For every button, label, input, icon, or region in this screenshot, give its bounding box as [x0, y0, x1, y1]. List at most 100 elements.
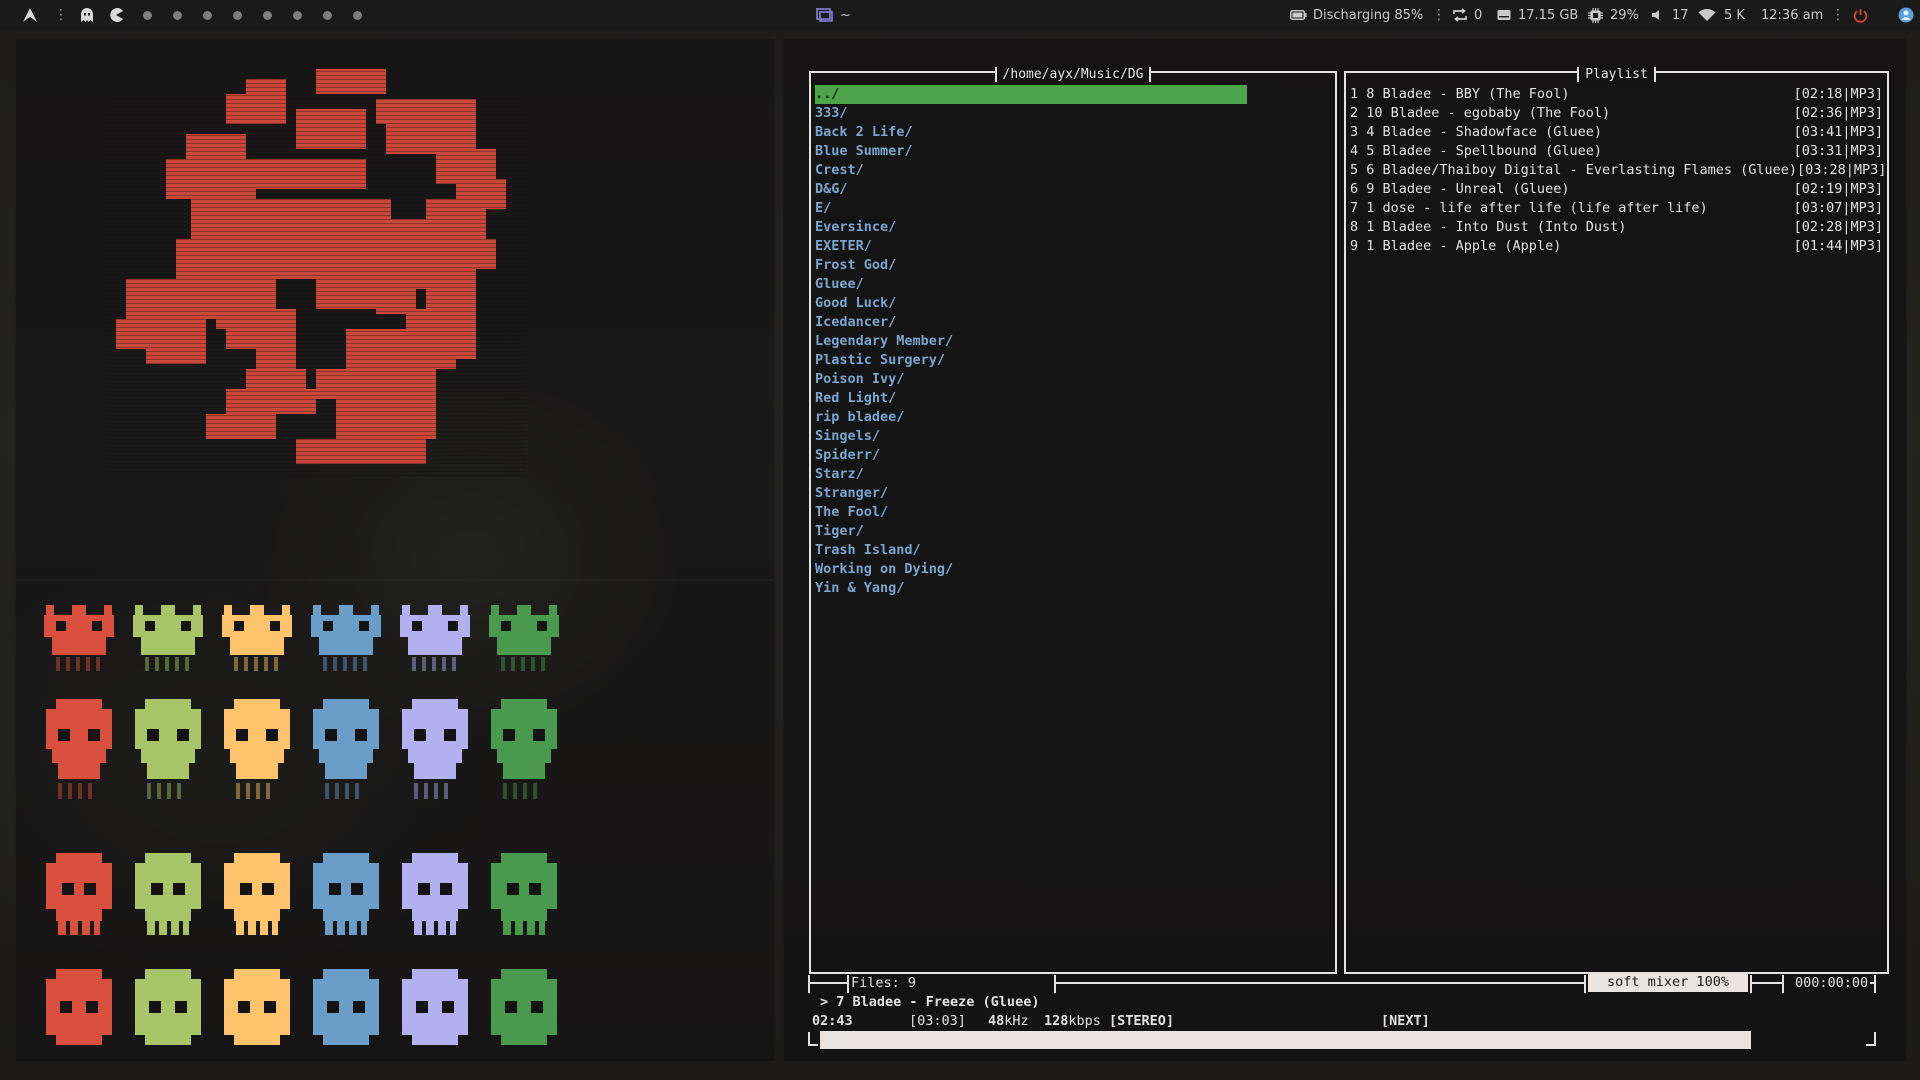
directory-item[interactable]: Gluee/ — [815, 275, 1331, 294]
window-title: ~ — [840, 7, 851, 23]
directory-item[interactable]: rip bladee/ — [815, 408, 1331, 427]
skull-icon — [42, 603, 116, 679]
workspace-dot[interactable] — [233, 0, 242, 30]
directory-item[interactable]: EXETER/ — [815, 237, 1331, 256]
skull-icon — [398, 603, 472, 679]
track-title: 3 4 Bladee - Shadowface (Gluee) — [1350, 124, 1602, 140]
skull-icon — [309, 699, 383, 813]
playlist-track[interactable]: 6 9 Bladee - Unreal (Gluee) [02:19|MP3] — [1350, 180, 1883, 199]
workspace-dot[interactable] — [293, 0, 302, 30]
playlist-track[interactable]: 1 8 Bladee - BBY (The Fool) [02:18|MP3] — [1350, 85, 1883, 104]
color-skulls-terminal[interactable] — [15, 580, 775, 1062]
track-title: 8 1 Bladee - Into Dust (Into Dust) — [1350, 219, 1627, 235]
directory-item[interactable]: Poison Ivy/ — [815, 370, 1331, 389]
workspace-dot-shape — [293, 10, 302, 20]
scanline — [106, 147, 526, 148]
playlist-track[interactable]: 3 4 Bladee - Shadowface (Gluee) [03:41|MP… — [1350, 123, 1883, 142]
skull-icon — [131, 853, 205, 957]
disk-icon — [1497, 0, 1511, 30]
playback-progress-bar[interactable] — [820, 1031, 1751, 1049]
file-browser-panel[interactable]: /home/ayx/Music/DG ../333/Back 2 Life/Bl… — [809, 67, 1337, 974]
directory-item[interactable]: Blue Summer/ — [815, 142, 1331, 161]
directory-item[interactable]: Trash Island/ — [815, 541, 1331, 560]
directory-item[interactable]: Yin & Yang/ — [815, 579, 1331, 598]
scanline — [106, 59, 526, 60]
progress-line — [1866, 1044, 1876, 1046]
scanline — [106, 399, 526, 400]
scanline — [106, 267, 526, 268]
directory-item[interactable]: Stranger/ — [815, 484, 1331, 503]
directory-item[interactable]: 333/ — [815, 104, 1331, 123]
workspace-dot[interactable] — [263, 0, 272, 30]
scanline — [106, 307, 526, 308]
scanline — [106, 91, 526, 92]
workspace-dot[interactable] — [353, 0, 362, 30]
workspace-dot[interactable] — [323, 0, 332, 30]
workspace-dot-shape — [203, 10, 212, 20]
scanline — [106, 219, 526, 220]
wifi-icon[interactable] — [1698, 0, 1716, 30]
directory-item[interactable]: Singels/ — [815, 427, 1331, 446]
sync-icon[interactable] — [1452, 0, 1468, 30]
scanline — [106, 103, 526, 104]
ascii-art-terminal[interactable] — [15, 38, 775, 580]
playlist-list[interactable]: 1 8 Bladee - BBY (The Fool) [02:18|MP3] 2 … — [1350, 85, 1886, 256]
directory-list[interactable]: ../333/Back 2 Life/Blue Summer/Crest/D&G… — [815, 85, 1331, 598]
workspace-dot[interactable] — [173, 0, 182, 30]
directory-item[interactable]: E/ — [815, 199, 1331, 218]
window-icon — [816, 0, 833, 30]
power-icon[interactable] — [1853, 0, 1868, 30]
total-time: 000:00:00 — [1795, 975, 1869, 991]
directory-item[interactable]: Icedancer/ — [815, 313, 1331, 332]
speaker-icon[interactable] — [1651, 0, 1663, 30]
user-avatar-icon[interactable] — [1898, 0, 1914, 30]
directory-item[interactable]: Red Light/ — [815, 389, 1331, 408]
scanline — [106, 131, 526, 132]
directory-item[interactable]: Back 2 Life/ — [815, 123, 1331, 142]
scanline — [106, 331, 526, 332]
playlist-track[interactable]: 9 1 Bladee - Apple (Apple) [01:44|MP3] — [1350, 237, 1883, 256]
ghost-icon[interactable] — [79, 0, 95, 30]
scanline — [106, 159, 526, 160]
directory-item[interactable]: Crest/ — [815, 161, 1331, 180]
scanline — [106, 135, 526, 136]
directory-item[interactable]: Tiger/ — [815, 522, 1331, 541]
scanline — [106, 339, 526, 340]
directory-item[interactable]: The Fool/ — [815, 503, 1331, 522]
playlist-track[interactable]: 8 1 Bladee - Into Dust (Into Dust) [02:28… — [1350, 218, 1883, 237]
directory-item[interactable]: Eversince/ — [815, 218, 1331, 237]
workspace-dot[interactable] — [143, 0, 152, 30]
directory-item[interactable]: Working on Dying/ — [815, 560, 1331, 579]
playlist-panel[interactable]: Playlist 1 8 Bladee - BBY (The Fool) [02:… — [1344, 67, 1889, 974]
directory-item[interactable]: Plastic Surgery/ — [815, 351, 1331, 370]
directory-item[interactable]: D&G/ — [815, 180, 1331, 199]
cpu-icon — [1588, 0, 1603, 30]
directory-item[interactable]: Frost God/ — [815, 256, 1331, 275]
status-right-tick — [1874, 975, 1876, 993]
scanline — [106, 87, 526, 88]
workspace-dot-shape — [353, 10, 362, 20]
directory-item[interactable]: Spiderr/ — [815, 446, 1331, 465]
directory-item[interactable]: ../ — [815, 85, 1247, 104]
track-title: 9 1 Bladee - Apple (Apple) — [1350, 238, 1562, 254]
music-player-terminal[interactable]: /home/ayx/Music/DG ../333/Back 2 Life/Bl… — [783, 38, 1907, 1062]
arch-logo-icon[interactable] — [22, 0, 38, 30]
directory-item[interactable]: Starz/ — [815, 465, 1331, 484]
status-tick — [847, 975, 849, 993]
scanline — [106, 315, 526, 316]
scanline — [106, 335, 526, 336]
directory-item[interactable]: Legendary Member/ — [815, 332, 1331, 351]
workspace-dot[interactable] — [203, 0, 212, 30]
directory-item[interactable]: Good Luck/ — [815, 294, 1331, 313]
scanline — [106, 319, 526, 320]
pacman-icon[interactable] — [108, 0, 124, 30]
playlist-track[interactable]: 2 10 Bladee - egobaby (The Fool) [02:36|M… — [1350, 104, 1883, 123]
playlist-track[interactable]: 7 1 dose - life after life (life after l… — [1350, 199, 1883, 218]
status-tick — [1782, 975, 1784, 993]
playlist-track[interactable]: 4 5 Bladee - Spellbound (Gluee) [03:31|MP… — [1350, 142, 1883, 161]
mixer-status[interactable]: soft mixer 100% — [1588, 974, 1748, 992]
status-line — [1054, 982, 1586, 984]
skull-icon — [487, 969, 561, 1053]
playlist-track[interactable]: 5 6 Bladee/Thaiboy Digital - Everlasting… — [1350, 161, 1886, 180]
skull-icon — [131, 699, 205, 813]
